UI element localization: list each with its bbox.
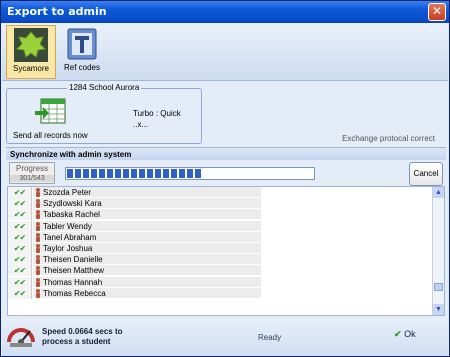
cancel-button[interactable]: Cancel	[409, 162, 443, 186]
scroll-up-icon[interactable]: ▲	[433, 187, 444, 198]
person-icon	[36, 221, 40, 231]
double-check-icon: ✔✔	[8, 265, 32, 277]
tool-label: Ref codes	[63, 63, 101, 72]
list-scrollbar[interactable]: ▲ ▼	[432, 187, 444, 315]
person-icon	[36, 266, 40, 276]
student-name-text: Tabler Wendy	[43, 221, 92, 231]
table-row[interactable]: ✔✔ Szozda Peter	[8, 187, 261, 198]
double-check-icon: ✔✔	[8, 209, 32, 221]
person-icon	[36, 199, 40, 209]
table-row[interactable]: ✔✔ Tanel Abraham	[8, 231, 261, 243]
student-name: Thomas Rebecca	[33, 287, 261, 299]
table-row[interactable]: ✔✔ Taylor Joshua	[8, 243, 261, 254]
ok-label: Ok	[404, 329, 416, 339]
group-title: 1284 School Aurora	[67, 83, 142, 92]
ref-codes-T-icon	[67, 28, 97, 60]
student-name: Theisen Matthew	[33, 265, 261, 277]
table-row[interactable]: ✔✔ Tabler Wendy	[8, 220, 261, 232]
person-icon	[36, 255, 40, 265]
student-name: Szydlowski Kara	[33, 198, 261, 210]
student-name: Thomas Hannah	[33, 276, 261, 288]
progress-label: Progress	[15, 164, 48, 173]
speed-info: Speed 0.0664 secs to process a student	[42, 327, 123, 347]
double-check-icon: ✔✔	[8, 187, 32, 198]
scroll-down-icon[interactable]: ▼	[433, 304, 444, 315]
tool-ref-codes[interactable]: Ref codes	[58, 25, 106, 79]
double-check-icon: ✔✔	[8, 287, 32, 299]
window-title: Export to admin	[7, 5, 107, 18]
double-check-icon: ✔✔	[8, 198, 32, 210]
tool-sycamore[interactable]: Sycamore	[6, 25, 56, 79]
exchange-status: Exchange protocal correct	[342, 134, 435, 143]
double-check-icon: ✔✔	[8, 254, 32, 266]
sync-header: Synchronize with admin system	[6, 147, 446, 160]
status-footer: Speed 0.0664 secs to process a student R…	[2, 319, 448, 356]
title-bar[interactable]: Export to admin ✕	[1, 1, 449, 23]
check-icon: ✔	[394, 329, 402, 339]
person-icon	[36, 210, 40, 220]
double-check-icon: ✔✔	[8, 220, 32, 232]
student-name: Theisen Danielle	[33, 254, 261, 266]
student-name-text: Taylor Joshua	[43, 244, 93, 253]
person-icon	[36, 288, 40, 298]
table-row[interactable]: ✔✔ Theisen Matthew	[8, 265, 261, 277]
speed-line: Speed 0.0664 secs to	[42, 327, 123, 336]
ok-button[interactable]: ✔ Ok	[394, 329, 416, 340]
double-check-icon: ✔✔	[8, 231, 32, 243]
table-row[interactable]: ✔✔ Szydlowski Kara	[8, 198, 261, 210]
person-icon	[36, 277, 40, 287]
double-check-icon: ✔✔	[8, 243, 32, 254]
school-group: 1284 School Aurora Send all records now …	[6, 83, 202, 144]
student-list: ✔✔ Szozda Peter ✔✔ Szydlowski Kara ✔✔ Tabaska…	[7, 186, 445, 316]
student-name-text: Szydlowski Kara	[43, 199, 102, 209]
progress-indicator: Progress 301/543	[9, 162, 55, 184]
student-name-text: Theisen Danielle	[43, 255, 103, 265]
close-button[interactable]: ✕	[428, 3, 446, 21]
table-row[interactable]: ✔✔ Thomas Hannah	[8, 276, 261, 288]
send-all-button-label[interactable]: Send all records now	[13, 131, 88, 140]
spreadsheet-send-icon[interactable]	[35, 97, 67, 125]
student-name-text: Tanel Abraham	[43, 232, 97, 242]
turbo-mode: Turbo : Quick	[133, 109, 181, 118]
speed-line: process a student	[42, 337, 111, 346]
double-check-icon: ✔✔	[8, 276, 32, 288]
tool-label: Sycamore	[12, 64, 49, 73]
progress-bar	[65, 167, 315, 180]
student-name: Tanel Abraham	[33, 231, 261, 243]
speed-gauge-icon	[7, 328, 35, 347]
progress-bar-fill	[67, 169, 204, 178]
table-row[interactable]: ✔✔ Theisen Danielle	[8, 254, 261, 266]
student-name: Tabaska Rachel	[33, 209, 261, 221]
student-name-text: Theisen Matthew	[43, 266, 104, 276]
student-name-text: Tabaska Rachel	[43, 210, 100, 220]
turbo-indicator: ..x...	[133, 120, 149, 129]
student-name: Tabler Wendy	[33, 220, 261, 232]
person-icon	[36, 232, 40, 242]
student-name-text: Thomas Rebecca	[43, 288, 106, 298]
student-name-text: Szozda Peter	[43, 188, 92, 197]
export-window: Export to admin ✕ Sycamore Ref codes 128…	[0, 0, 450, 357]
scroll-thumb[interactable]	[434, 283, 443, 291]
table-row[interactable]: ✔✔ Tabaska Rachel	[8, 209, 261, 221]
status-text: Ready	[258, 333, 282, 342]
person-icon	[36, 244, 40, 253]
table-row[interactable]: ✔✔ Thomas Rebecca	[8, 287, 261, 299]
student-name: Taylor Joshua	[33, 243, 261, 254]
student-name-text: Thomas Hannah	[43, 277, 103, 287]
progress-count: 301/543	[10, 175, 54, 182]
toolbar: Sycamore Ref codes	[2, 23, 448, 81]
student-name: Szozda Peter	[33, 187, 261, 198]
person-icon	[36, 188, 40, 197]
sycamore-leaf-icon	[14, 28, 48, 62]
